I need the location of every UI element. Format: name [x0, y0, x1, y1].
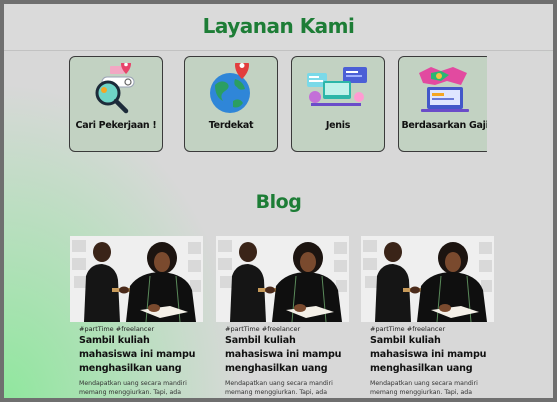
service-label: Berdasarkan Gaji	[401, 120, 487, 131]
service-card-nearest[interactable]: Terdekat	[184, 56, 278, 152]
blog-photo	[361, 236, 494, 322]
blog-title: Blog	[255, 191, 302, 213]
blog-tags: #partTime #freelancer	[370, 325, 446, 333]
salary-icon	[413, 63, 477, 119]
page-frame: Layanan Kami Cari Pekerjaan ! Terdekat J…	[4, 4, 553, 398]
service-label: Cari Pekerjaan !	[75, 120, 157, 131]
service-label: Terdekat	[208, 120, 254, 131]
service-card-type[interactable]: Jenis	[291, 56, 385, 152]
globe-location-icon	[203, 58, 259, 119]
blog-photo	[70, 236, 203, 322]
services-carousel[interactable]: Cari Pekerjaan ! Terdekat Jenis Berdasar…	[4, 4, 487, 164]
blog-post-title[interactable]: Sambil kuliah mahasiswa ini mampu mengha…	[370, 334, 492, 376]
blog-post-title[interactable]: Sambil kuliah mahasiswa ini mampu mengha…	[79, 334, 201, 376]
blog-card[interactable]: #partTime #freelancer Sambil kuliah maha…	[216, 236, 349, 398]
service-label: Jenis	[325, 120, 351, 131]
service-card-salary[interactable]: Berdasarkan Gaji	[398, 56, 487, 152]
blog-tags: #partTime #freelancer	[225, 325, 301, 333]
blog-excerpt: Mendapatkan uang secara mandiri memang m…	[225, 380, 333, 396]
blog-card[interactable]: #partTime #freelancer Sambil kuliah maha…	[70, 236, 203, 398]
job-search-icon	[88, 59, 144, 119]
service-card-job-search[interactable]: Cari Pekerjaan !	[69, 56, 163, 152]
blog-tags: #partTime #freelancer	[79, 325, 155, 333]
blog-excerpt: Mendapatkan uang secara mandiri memang m…	[370, 380, 478, 396]
blog-excerpt: Mendapatkan uang secara mandiri memang m…	[79, 380, 187, 396]
blog-card[interactable]: #partTime #freelancer Sambil kuliah maha…	[361, 236, 494, 398]
blog-post-title[interactable]: Sambil kuliah mahasiswa ini mampu mengha…	[225, 334, 347, 376]
workspace-icon	[305, 63, 371, 119]
blog-photo	[216, 236, 349, 322]
